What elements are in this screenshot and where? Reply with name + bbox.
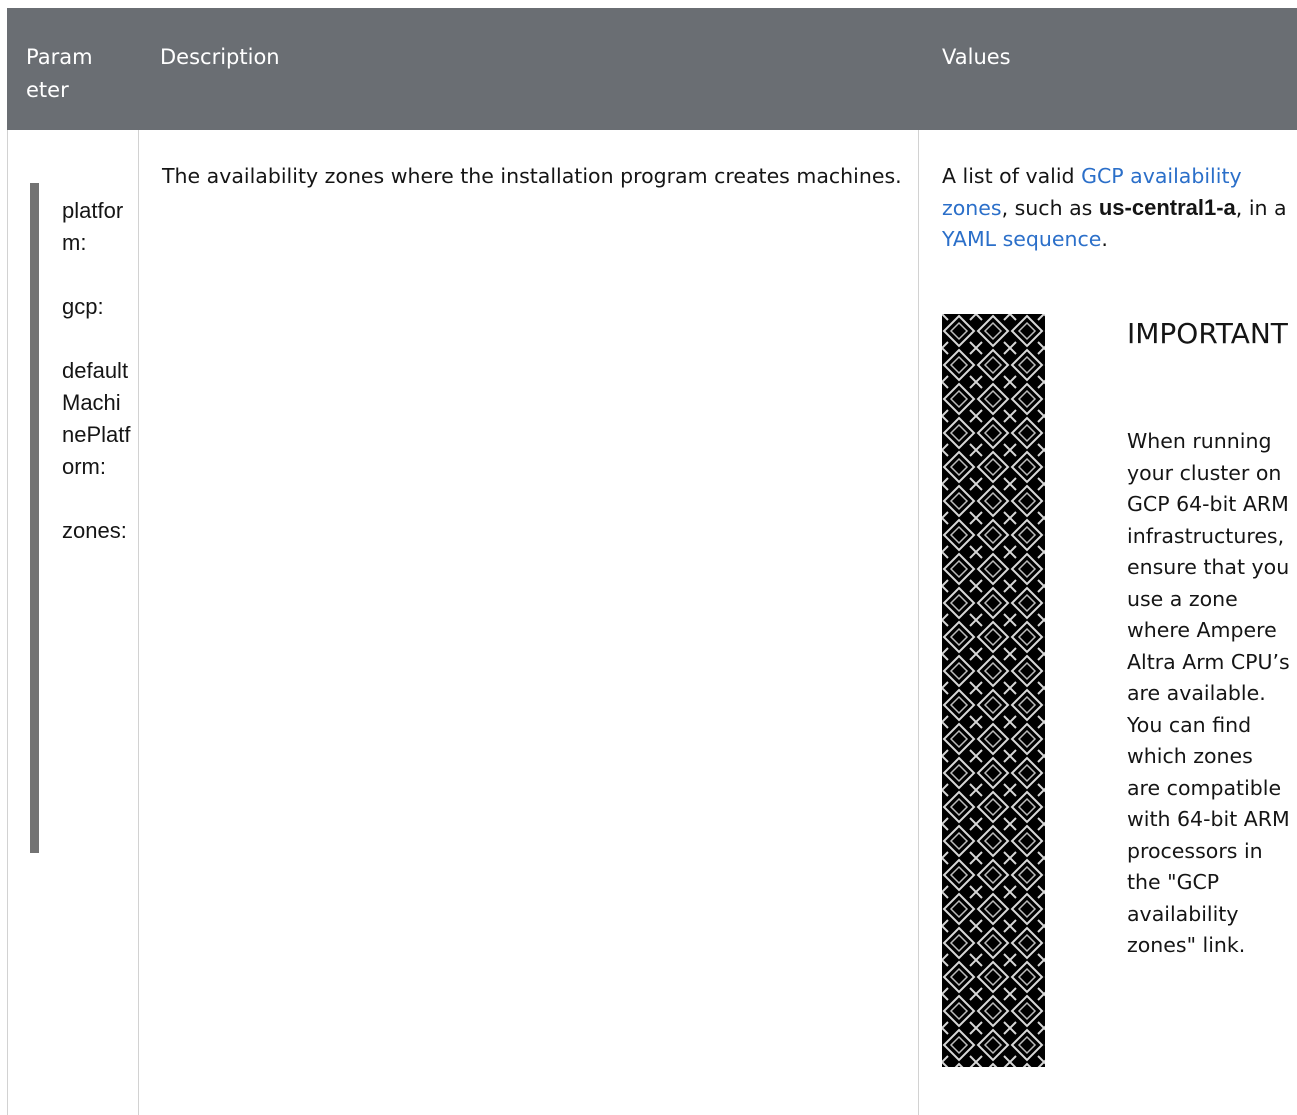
- column-divider: [138, 130, 139, 1115]
- values-prefix: A list of valid: [942, 164, 1082, 188]
- values-middle: , such as: [1001, 196, 1099, 220]
- code-block-bar: [30, 183, 39, 853]
- column-divider: [918, 130, 919, 1115]
- zone-example-code: us-central1-a: [1098, 195, 1236, 220]
- header-description: Description: [160, 45, 280, 69]
- parameter-segment: zones:: [62, 518, 127, 543]
- values-cell: A list of valid GCP availability zones, …: [942, 161, 1297, 255]
- header-parameter: Param eter: [26, 45, 93, 102]
- header-values: Values: [942, 45, 1011, 69]
- description-cell: The availability zones where the install…: [162, 164, 902, 188]
- admonition-body: When running your cluster on GCP 64-bit …: [1127, 429, 1290, 957]
- parameters-table: Param eter Description Values platform: …: [7, 8, 1297, 1115]
- yaml-sequence-link[interactable]: YAML sequence: [942, 227, 1101, 251]
- values-suffix: .: [1101, 227, 1108, 251]
- parameter-code: platform: gcp: defaultMachinePlatform: z…: [62, 195, 132, 547]
- admonition-title: IMPORTANT: [1127, 317, 1288, 350]
- table-header: Param eter Description Values: [7, 8, 1297, 130]
- parameter-segment: gcp:: [62, 294, 104, 319]
- values-after-code: , in a: [1235, 196, 1287, 220]
- column-divider: [7, 130, 8, 1115]
- parameter-segment: platform:: [62, 198, 124, 255]
- important-pattern-icon: [942, 314, 1045, 1067]
- parameter-segment: defaultMachinePlatform:: [62, 358, 131, 479]
